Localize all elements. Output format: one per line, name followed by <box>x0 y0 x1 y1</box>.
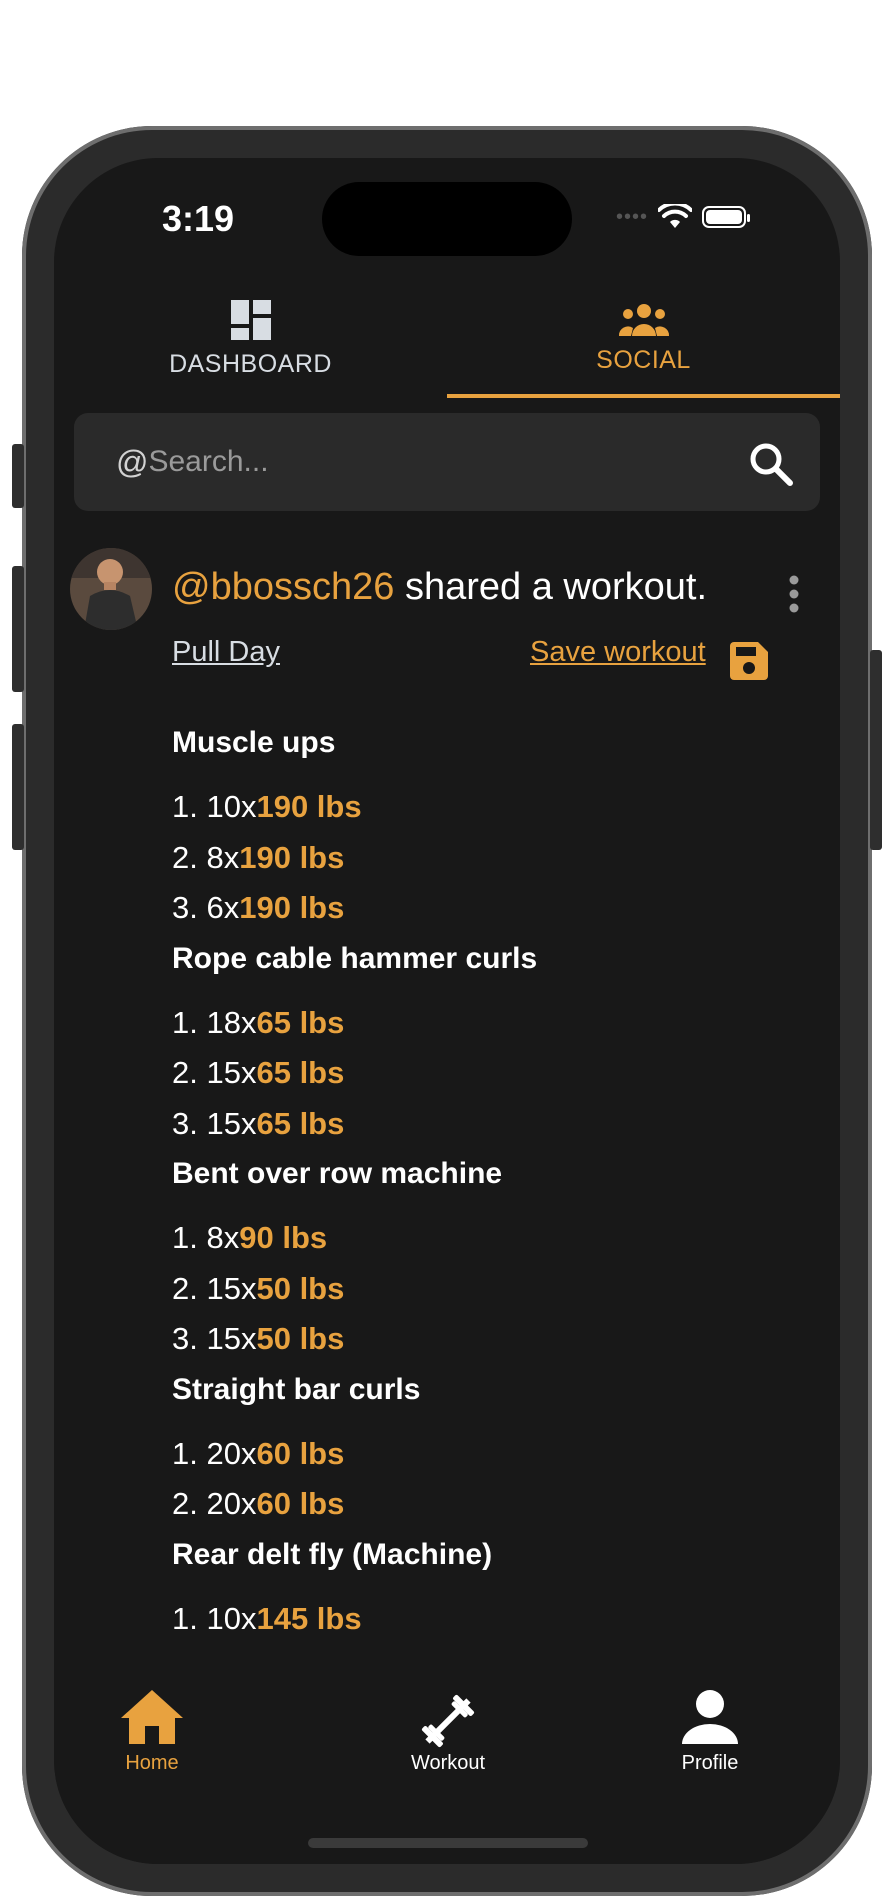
exercise-name: Straight bar curls <box>172 1372 421 1406</box>
power-button <box>870 650 882 850</box>
post-action-text: shared a workout. <box>394 566 707 608</box>
set-weight: 65 lbs <box>256 1105 345 1141</box>
set-weight: 50 lbs <box>256 1321 345 1356</box>
set-weight: 90 lbs <box>239 1220 328 1255</box>
set-row: 1. 10x145 lbs <box>172 1594 537 1645</box>
set-reps: 18x <box>206 1004 257 1040</box>
battery-icon <box>702 206 751 228</box>
nav-workout-label: Workout <box>410 1752 486 1774</box>
set-weight: 145 lbs <box>256 1600 362 1636</box>
set-reps: 15x <box>206 1321 257 1356</box>
set-number: 1. <box>172 1220 198 1255</box>
status-icons: •••• <box>616 204 751 230</box>
set-number: 3. <box>172 1105 198 1141</box>
app-screen: 3:19 •••• DASHBOARD SOCIAL @ Search... @… <box>54 158 840 1864</box>
set-number: 1. <box>172 1435 198 1471</box>
set-weight: 190 lbs <box>256 789 362 824</box>
exercise-list: Muscle ups 1. 10x190 lbs 2. 8x190 lbs 3. 6x… <box>172 718 537 1644</box>
home-indicator <box>308 1838 588 1848</box>
set-weight: 60 lbs <box>256 1435 345 1471</box>
set-reps: 20x <box>206 1435 257 1471</box>
set-weight: 65 lbs <box>256 1004 345 1040</box>
exercise-block: Rope cable hammer curls 1. 18x65 lbs 2. 15… <box>172 934 537 1150</box>
set-reps: 20x <box>206 1486 257 1521</box>
nav-profile-label: Profile <box>681 1752 739 1774</box>
search-icon[interactable] <box>748 441 794 487</box>
save-workout-button[interactable]: Save workout <box>530 636 706 669</box>
search-bar: @ <box>74 413 820 511</box>
dynamic-island <box>322 182 572 256</box>
exercise-name: Muscle ups <box>172 726 336 759</box>
tab-social[interactable]: SOCIAL <box>447 278 840 398</box>
set-row: 2. 15x65 lbs <box>172 1048 537 1099</box>
set-reps: 15x <box>206 1270 257 1306</box>
set-number: 2. <box>172 1486 198 1521</box>
set-number: 2. <box>172 839 198 875</box>
set-number: 2. <box>172 1270 198 1306</box>
set-number: 2. <box>172 1055 198 1090</box>
tab-social-label: SOCIAL <box>596 345 691 374</box>
group-icon <box>618 303 669 336</box>
nav-workout[interactable]: Workout <box>368 1688 528 1775</box>
set-weight: 190 lbs <box>239 890 345 925</box>
dashboard-icon <box>230 299 271 340</box>
nav-home[interactable]: Home <box>72 1688 232 1775</box>
set-row: 2. 20x60 lbs <box>172 1479 537 1530</box>
action-button <box>12 444 24 508</box>
set-number: 1. <box>172 789 198 824</box>
set-row: 1. 18x65 lbs <box>172 998 537 1049</box>
nav-home-label: Home <box>125 1752 179 1774</box>
set-reps: 10x <box>206 1600 257 1636</box>
post-username[interactable]: @bbossch26 <box>172 566 394 608</box>
set-reps: 15x <box>206 1105 257 1141</box>
set-reps: 8x <box>206 839 240 875</box>
signal-icon: •••• <box>616 205 649 228</box>
exercise-name: Rope cable hammer curls <box>172 941 538 975</box>
status-time: 3:19 <box>162 198 235 239</box>
set-row: 3. 15x50 lbs <box>172 1314 537 1365</box>
set-weight: 60 lbs <box>256 1486 345 1521</box>
more-options-icon[interactable] <box>788 574 800 614</box>
set-row: 2. 8x190 lbs <box>172 833 537 884</box>
set-number: 3. <box>172 890 198 925</box>
exercise-block: Rear delt fly (Machine) 1. 10x145 lbs <box>172 1530 537 1645</box>
tab-dashboard[interactable]: DASHBOARD <box>54 278 447 398</box>
set-row: 1. 10x190 lbs <box>172 782 537 833</box>
post-header: @bbossch26 shared a workout. <box>172 566 707 609</box>
avatar[interactable] <box>70 548 152 630</box>
set-row: 2. 15x50 lbs <box>172 1264 537 1315</box>
workout-name-link[interactable]: Pull Day <box>172 636 280 669</box>
exercise-block: Straight bar curls 1. 20x60 lbs 2. 20x60 l… <box>172 1365 537 1530</box>
set-number: 1. <box>172 1004 198 1040</box>
set-row: 1. 8x90 lbs <box>172 1213 537 1264</box>
wifi-icon <box>658 204 693 228</box>
set-row: 3. 15x65 lbs <box>172 1099 537 1150</box>
set-reps: 6x <box>206 890 240 925</box>
set-reps: 10x <box>206 789 257 824</box>
dumbbell-icon <box>421 1694 475 1748</box>
floppy-disk-icon[interactable] <box>730 642 768 680</box>
set-reps: 8x <box>206 1220 240 1255</box>
set-reps: 15x <box>206 1055 257 1090</box>
set-number: 3. <box>172 1321 198 1356</box>
top-tabs: DASHBOARD SOCIAL <box>54 278 840 398</box>
set-weight: 190 lbs <box>239 839 345 875</box>
set-number: 1. <box>172 1600 198 1636</box>
exercise-block: Muscle ups 1. 10x190 lbs 2. 8x190 lbs 3. 6x… <box>172 718 537 934</box>
tab-dashboard-label: DASHBOARD <box>169 349 332 378</box>
set-row: 3. 6x190 lbs <box>172 883 537 934</box>
set-row: 1. 20x60 lbs <box>172 1429 537 1480</box>
volume-up-button <box>12 566 24 692</box>
volume-down-button <box>12 724 24 850</box>
exercise-name: Rear delt fly (Machine) <box>172 1537 493 1571</box>
at-prefix: @ <box>116 443 149 480</box>
set-weight: 65 lbs <box>256 1055 345 1090</box>
search-input[interactable] <box>148 445 709 479</box>
set-weight: 50 lbs <box>256 1270 345 1306</box>
nav-profile[interactable]: Profile <box>630 1688 790 1775</box>
exercise-name: Bent over row machine <box>172 1157 503 1190</box>
home-icon <box>121 1690 183 1744</box>
exercise-block: Bent over row machine 1. 8x90 lbs 2. 15x50… <box>172 1149 537 1365</box>
person-icon <box>682 1690 738 1744</box>
